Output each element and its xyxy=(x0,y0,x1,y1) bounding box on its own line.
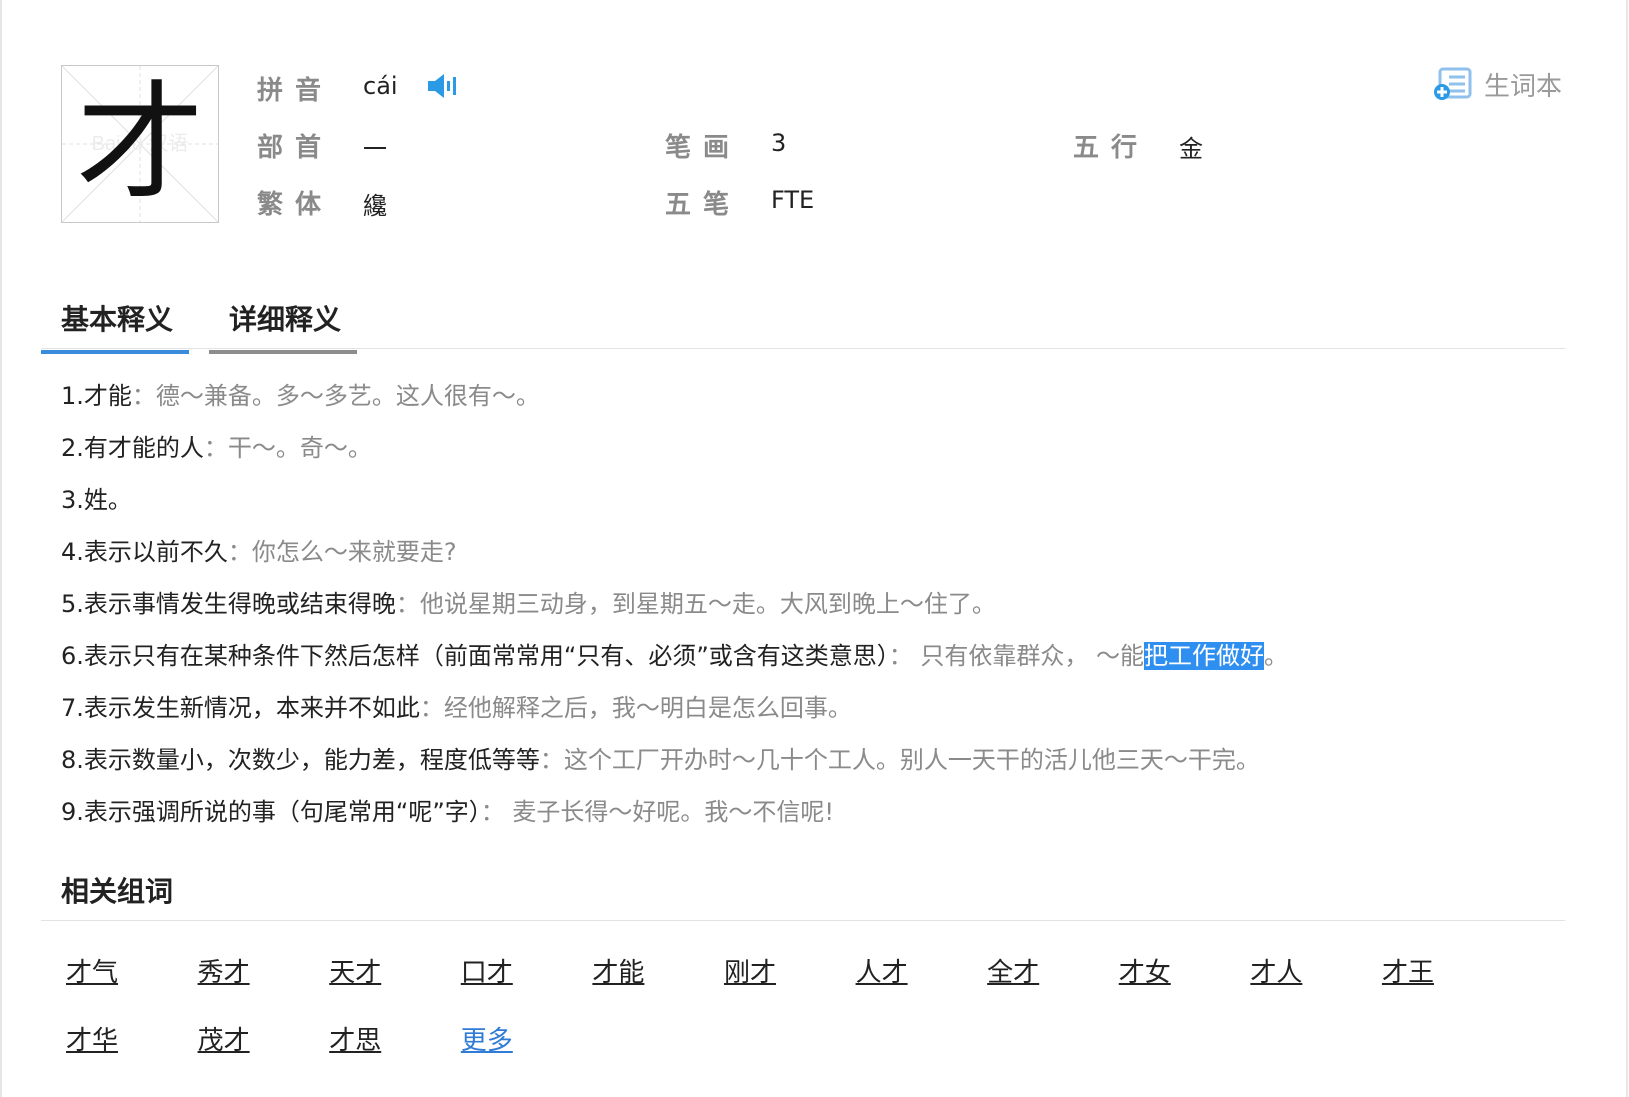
related-word-link[interactable]: 茂才 xyxy=(198,1018,330,1064)
more-words-link[interactable]: 更多 xyxy=(461,1018,593,1064)
definition-example: 你怎么～来就要走? xyxy=(251,538,457,566)
definition-item: 5.表示事情发生得晚或结束得晚：他说星期三动身，到星期五～走。大风到晚上～住了。 xyxy=(61,586,1561,638)
definition-example: 德～兼备。多～多艺。这人很有～。 xyxy=(155,382,540,410)
traditional-value: 纔 xyxy=(363,192,387,220)
definition-example: 只有依靠群众， ～能 xyxy=(912,642,1145,670)
traditional-label: 繁体 xyxy=(257,190,334,220)
definition-example-tail: 。 xyxy=(1264,642,1289,670)
definition-item: 4.表示以前不久：你怎么～来就要走? xyxy=(61,534,1561,586)
tab-detailed-definition[interactable]: 详细释义 xyxy=(209,292,357,354)
wubi-value: FTE xyxy=(771,186,815,214)
related-word-link[interactable]: 才华 xyxy=(66,1018,198,1064)
definition-item: 6.表示只有在某种条件下然后怎样（前面常常用“只有、必须”或含有这类意思）： 只… xyxy=(61,638,1561,690)
related-word-link[interactable]: 刚才 xyxy=(724,950,856,996)
definition-example: 经他解释之后，我～明白是怎么回事。 xyxy=(443,694,852,722)
related-word-link[interactable]: 口才 xyxy=(461,950,593,996)
related-word-link[interactable]: 全才 xyxy=(987,950,1119,996)
definition-sep: ： xyxy=(419,694,444,722)
wubi-label: 五笔 xyxy=(665,190,742,220)
definition-sep: ： xyxy=(539,746,564,774)
definition-term: 2.有才能的人 xyxy=(61,434,204,462)
vocab-book-button[interactable]: 生词本 xyxy=(1432,66,1562,102)
definition-item: 9.表示强调所说的事（句尾常用“呢”字）： 麦子长得～好呢。我～不信呢! xyxy=(61,794,1561,846)
definition-term: 1.才能 xyxy=(61,382,132,410)
definition-item: 1.才能：德～兼备。多～多艺。这人很有～。 xyxy=(61,378,1561,430)
definition-sep: ： xyxy=(203,434,228,462)
character-card: Baidu 汉语 才 xyxy=(61,65,219,223)
definition-term: 4.表示以前不久 xyxy=(61,538,228,566)
pinyin-label: 拼音 xyxy=(257,76,334,106)
pinyin-value: cái xyxy=(363,72,398,100)
definition-item: 7.表示发生新情况，本来并不如此：经他解释之后，我～明白是怎么回事。 xyxy=(61,690,1561,742)
definition-term: 6.表示只有在某种条件下然后怎样（前面常常用“只有、必须”或含有这类意思） xyxy=(61,642,889,670)
vocab-book-icon xyxy=(1434,67,1472,100)
related-word-link[interactable]: 才人 xyxy=(1250,950,1382,996)
definition-sep: ： xyxy=(131,382,156,410)
definition-tabs: 基本释义 详细释义 xyxy=(41,292,1565,354)
related-words-divider xyxy=(41,920,1565,921)
page-right-border xyxy=(1626,0,1628,1097)
page-left-border xyxy=(0,0,2,1097)
wuxing-value: 金 xyxy=(1179,135,1203,163)
radical-value: 一 xyxy=(363,135,387,163)
related-word-link[interactable]: 才女 xyxy=(1119,950,1251,996)
definition-item: 8.表示数量小，次数少，能力差，程度低等等：这个工厂开办时～几十个工人。别人一天… xyxy=(61,742,1561,794)
related-words-title: 相关组词 xyxy=(61,875,174,908)
definition-example: 干～。奇～。 xyxy=(227,434,372,462)
definition-sep: ： xyxy=(227,538,252,566)
definition-term: 9.表示强调所说的事（句尾常用“呢”字） xyxy=(61,798,481,826)
definition-example: 他说星期三动身，到星期五～走。大风到晚上～住了。 xyxy=(419,590,996,618)
related-word-link[interactable]: 才气 xyxy=(66,950,198,996)
related-word-link[interactable]: 才王 xyxy=(1382,950,1514,996)
definition-sep: ： xyxy=(888,642,913,670)
definition-term: 7.表示发生新情况，本来并不如此 xyxy=(61,694,420,722)
speaker-icon[interactable] xyxy=(426,72,460,100)
definition-sep: ： xyxy=(480,798,505,826)
selected-text-highlight: 把工作做好 xyxy=(1144,642,1265,670)
strokes-value: 3 xyxy=(771,129,787,157)
vocab-book-label: 生词本 xyxy=(1484,71,1563,102)
character-glyph: 才 xyxy=(75,69,204,218)
related-word-link[interactable]: 才思 xyxy=(329,1018,461,1064)
tab-basic-label: 基本释义 xyxy=(61,303,174,336)
definition-item: 2.有才能的人：干～。奇～。 xyxy=(61,430,1561,482)
related-word-link[interactable]: 人才 xyxy=(856,950,988,996)
related-words-grid: 才气 秀才 天才 口才 才能 刚才 人才 全才 才女 才人 才王 才华 茂才 才… xyxy=(66,950,1566,1064)
related-word-link[interactable]: 天才 xyxy=(329,950,461,996)
definition-example: 麦子长得～好呢。我～不信呢! xyxy=(504,798,835,826)
tab-basic-definition[interactable]: 基本释义 xyxy=(41,292,189,354)
definition-list: 1.才能：德～兼备。多～多艺。这人很有～。 2.有才能的人：干～。奇～。 3.姓… xyxy=(61,378,1561,846)
related-word-link[interactable]: 才能 xyxy=(592,950,724,996)
definition-term: 3.姓。 xyxy=(61,486,132,514)
tab-detailed-label: 详细释义 xyxy=(229,303,342,336)
strokes-label: 笔画 xyxy=(665,133,742,163)
related-word-link[interactable]: 秀才 xyxy=(198,950,330,996)
definition-sep: ： xyxy=(395,590,420,618)
definition-term: 8.表示数量小，次数少，能力差，程度低等等 xyxy=(61,746,540,774)
definition-item: 3.姓。 xyxy=(61,482,1561,534)
wuxing-label: 五行 xyxy=(1073,133,1150,163)
tabs-divider xyxy=(41,348,1565,349)
radical-label: 部首 xyxy=(257,133,334,163)
definition-example: 这个工厂开办时～几十个工人。别人一天干的活儿他三天～干完。 xyxy=(563,746,1260,774)
definition-term: 5.表示事情发生得晚或结束得晚 xyxy=(61,590,396,618)
